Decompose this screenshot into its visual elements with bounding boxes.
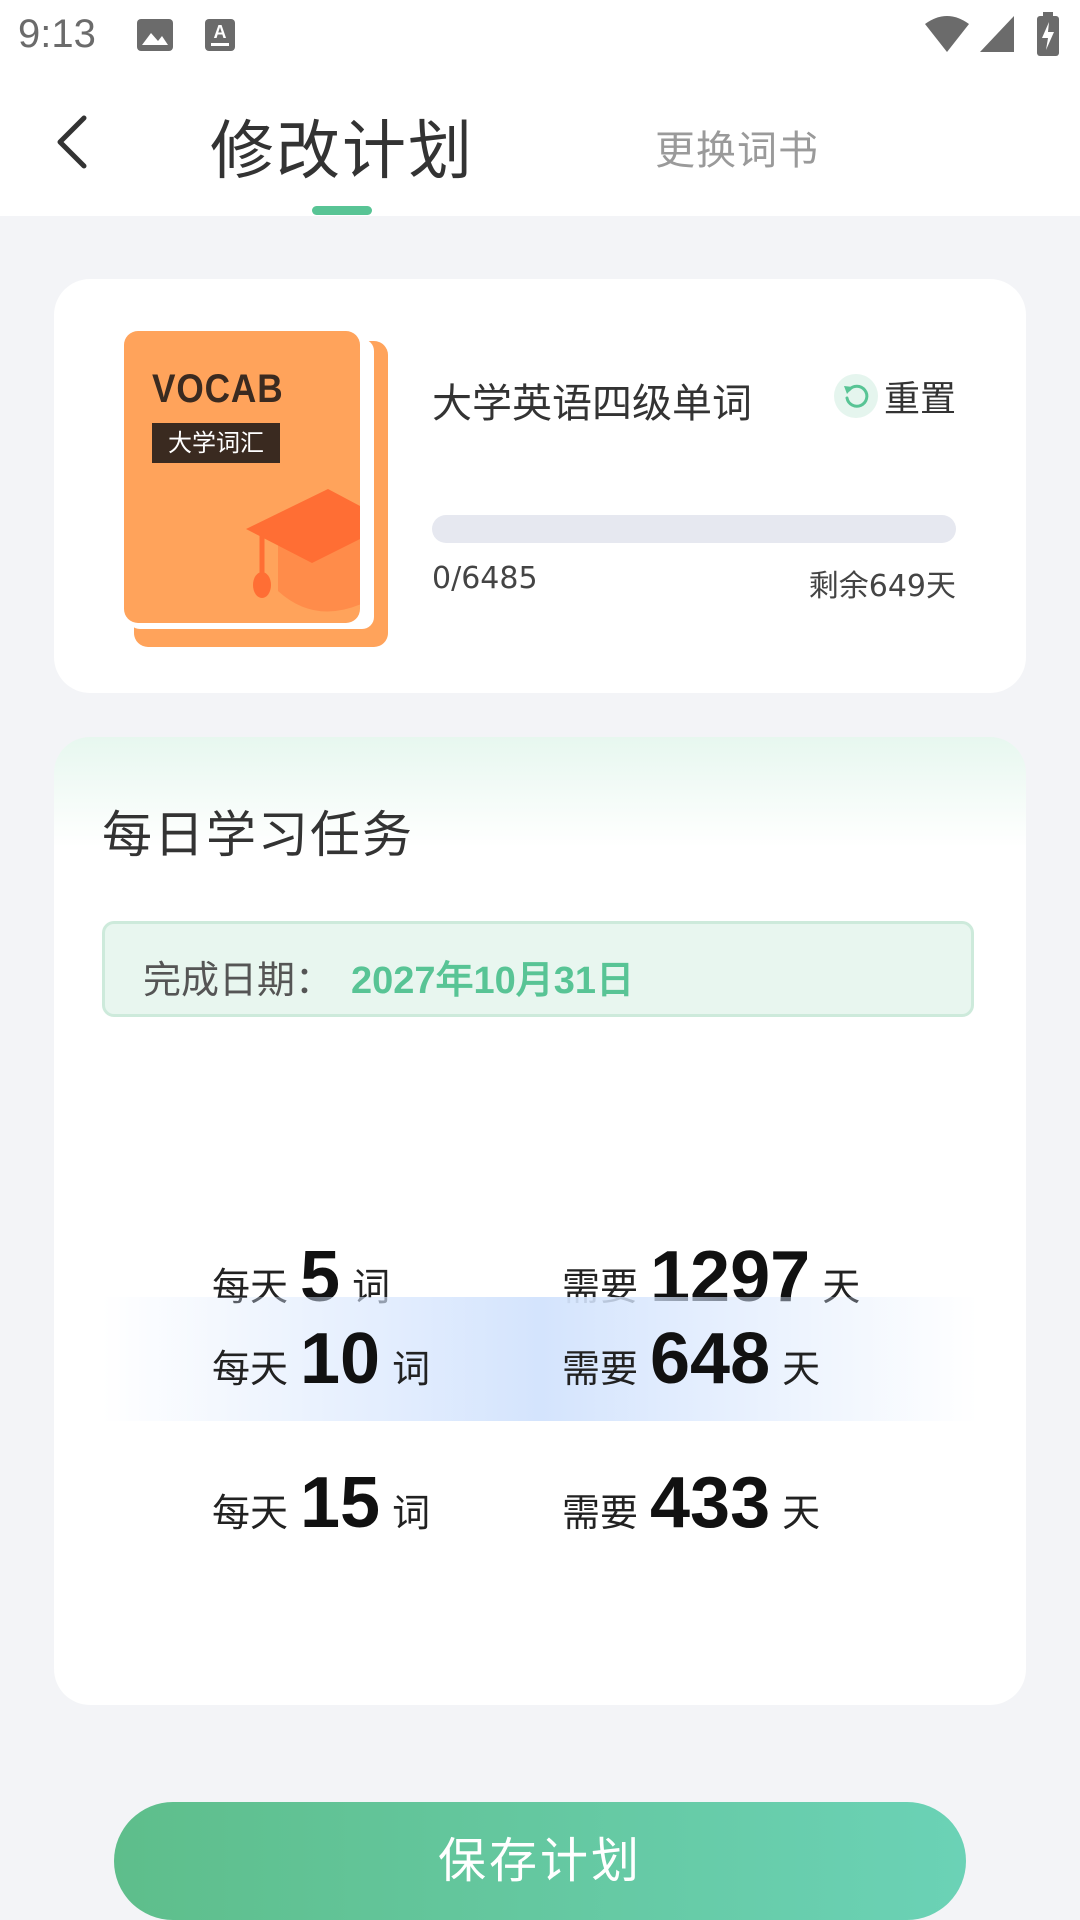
battery-charging-icon xyxy=(1037,12,1059,56)
plan-option-15[interactable]: 每天 15 词 需要 433 天 xyxy=(102,1441,978,1565)
finish-date-box: 完成日期： 2027年10月31日 xyxy=(102,921,974,1017)
book-title: 大学英语四级单词 xyxy=(432,381,752,427)
days-needed: 433 xyxy=(650,1463,771,1543)
words-per-day: 15 xyxy=(300,1463,381,1543)
text-input-icon: A xyxy=(205,19,235,51)
tab-indicator xyxy=(312,206,372,215)
daily-task-title: 每日学习任务 xyxy=(102,806,414,864)
per-day-prefix: 每天 xyxy=(212,1346,289,1391)
progress-bar xyxy=(432,515,956,543)
book-card: VOCAB 大学词汇 大学英语四级单词 重置 0/6485 剩余649天 xyxy=(54,279,1026,693)
reset-label: 重置 xyxy=(884,379,957,420)
chevron-left-icon xyxy=(57,115,87,169)
status-time: 9:13 xyxy=(18,12,96,56)
image-icon xyxy=(137,19,173,51)
days-needed: 648 xyxy=(650,1319,771,1399)
refresh-icon xyxy=(834,374,878,418)
reset-button[interactable]: 重置 xyxy=(834,371,956,421)
finish-date-value: 2027年10月31日 xyxy=(351,960,635,1002)
status-bar: 9:13 A xyxy=(0,0,1080,70)
graduation-cap-icon xyxy=(246,489,360,612)
save-plan-button[interactable]: 保存计划 xyxy=(114,1802,966,1920)
days-unit: 天 xyxy=(782,1346,821,1391)
days-unit: 天 xyxy=(782,1490,821,1535)
plan-option-10[interactable]: 每天 10 词 需要 648 天 xyxy=(102,1297,978,1421)
tab-change-book[interactable]: 更换词书 xyxy=(655,118,819,176)
progress-count: 0/6485 xyxy=(432,561,538,596)
finish-date-label: 完成日期： xyxy=(143,958,334,1002)
need-prefix: 需要 xyxy=(562,1490,639,1535)
back-button[interactable] xyxy=(40,106,110,176)
words-per-day: 10 xyxy=(300,1319,381,1399)
book-cover: VOCAB 大学词汇 xyxy=(124,331,388,647)
book-cover-brand: VOCAB xyxy=(152,367,284,411)
remaining-days: 剩余649天 xyxy=(808,569,956,604)
words-unit: 词 xyxy=(392,1490,431,1535)
svg-text:A: A xyxy=(214,22,227,42)
need-prefix: 需要 xyxy=(562,1346,639,1391)
tab-modify-plan[interactable]: 修改计划 xyxy=(210,100,474,192)
per-day-prefix: 每天 xyxy=(212,1490,289,1535)
header: 修改计划 更换词书 xyxy=(0,70,1080,216)
cellular-signal-icon xyxy=(980,16,1014,52)
wifi-icon xyxy=(925,16,969,52)
daily-task-card: 每日学习任务 完成日期： 2027年10月31日 每天 5 词 需要 1297 … xyxy=(54,737,1026,1705)
words-unit: 词 xyxy=(392,1346,431,1391)
book-cover-tag: 大学词汇 xyxy=(152,423,280,463)
